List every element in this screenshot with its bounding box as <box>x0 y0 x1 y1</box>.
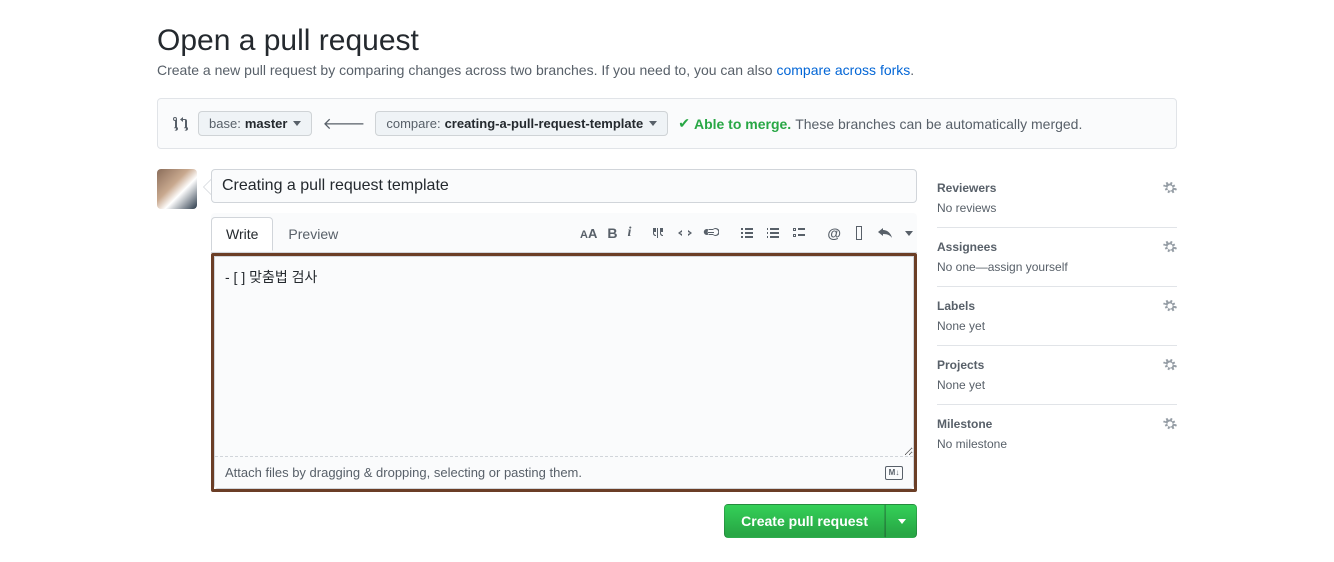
bold-icon[interactable]: B <box>607 225 617 241</box>
check-icon: ✔ <box>678 115 690 132</box>
sidebar-projects: Projects None yet <box>937 346 1177 405</box>
milestone-value: No milestone <box>937 437 1177 451</box>
sidebar-milestone: Milestone No milestone <box>937 405 1177 463</box>
quote-icon[interactable] <box>651 225 667 241</box>
gear-icon[interactable] <box>1163 240 1177 254</box>
reply-icon[interactable] <box>877 225 893 241</box>
avatar <box>157 169 197 209</box>
attach-hint-row[interactable]: Attach files by dragging & dropping, sel… <box>215 457 913 488</box>
arrow-left-icon: 🡐 <box>322 113 365 134</box>
page-title: Open a pull request <box>157 24 1177 58</box>
task-list-icon[interactable] <box>791 225 807 241</box>
compare-prefix: compare: <box>386 116 440 131</box>
markdown-toolbar: AA B i <box>568 225 917 241</box>
ordered-list-icon[interactable] <box>765 225 781 241</box>
labels-title: Labels <box>937 299 975 313</box>
chevron-down-icon <box>293 121 301 126</box>
assignees-title: Assignees <box>937 240 997 254</box>
heading-icon[interactable]: AA <box>580 226 597 241</box>
projects-title: Projects <box>937 358 984 372</box>
pr-title-input[interactable] <box>211 169 917 203</box>
sidebar-reviewers: Reviewers No reviews <box>937 169 1177 228</box>
reviewers-title: Reviewers <box>937 181 996 195</box>
markdown-icon[interactable]: M↓ <box>885 466 903 480</box>
tab-preview[interactable]: Preview <box>273 217 353 251</box>
subtitle-after: . <box>910 62 914 78</box>
speech-arrow <box>203 179 211 195</box>
merge-rest-text: These branches can be automatically merg… <box>795 116 1082 132</box>
body-highlight-box: Attach files by dragging & dropping, sel… <box>211 253 917 492</box>
chevron-down-icon[interactable] <box>905 231 913 236</box>
sidebar-labels: Labels None yet <box>937 287 1177 346</box>
gear-icon[interactable] <box>1163 417 1177 431</box>
compare-branch-button[interactable]: compare: creating-a-pull-request-templat… <box>375 111 668 136</box>
gear-icon[interactable] <box>1163 299 1177 313</box>
reviewers-value: No reviews <box>937 201 1177 215</box>
labels-value: None yet <box>937 319 1177 333</box>
sidebar-assignees: Assignees No one—assign yourself <box>937 228 1177 287</box>
compare-branch-value: creating-a-pull-request-template <box>445 116 644 131</box>
merge-status: ✔ Able to merge. These branches can be a… <box>678 115 1082 132</box>
chevron-down-icon <box>898 519 906 524</box>
base-prefix: base: <box>209 116 241 131</box>
subtitle-text: Create a new pull request by comparing c… <box>157 62 776 78</box>
git-compare-icon <box>172 116 188 132</box>
pr-body-textarea[interactable] <box>215 257 913 457</box>
attach-hint-text: Attach files by dragging & dropping, sel… <box>225 465 582 480</box>
gear-icon[interactable] <box>1163 181 1177 195</box>
merge-able-text: Able to merge. <box>694 116 791 132</box>
unordered-list-icon[interactable] <box>739 225 755 241</box>
link-icon[interactable] <box>703 225 719 241</box>
gear-icon[interactable] <box>1163 358 1177 372</box>
compare-bar: base: master 🡐 compare: creating-a-pull-… <box>157 98 1177 149</box>
chevron-down-icon <box>649 121 657 126</box>
italic-icon[interactable]: i <box>627 225 631 241</box>
create-pull-request-button[interactable]: Create pull request <box>724 504 885 538</box>
code-icon[interactable] <box>677 225 693 241</box>
tab-write[interactable]: Write <box>211 217 273 251</box>
saved-reply-icon[interactable] <box>851 225 867 241</box>
page-subtitle: Create a new pull request by comparing c… <box>157 62 1177 78</box>
create-pull-request-dropdown[interactable] <box>885 504 917 538</box>
milestone-title: Milestone <box>937 417 992 431</box>
base-branch-button[interactable]: base: master <box>198 111 312 136</box>
base-branch-value: master <box>245 116 288 131</box>
compare-forks-link[interactable]: compare across forks <box>776 62 910 78</box>
projects-value: None yet <box>937 378 1177 392</box>
assignees-value[interactable]: No one—assign yourself <box>937 260 1177 274</box>
mention-icon[interactable]: @ <box>827 225 841 241</box>
